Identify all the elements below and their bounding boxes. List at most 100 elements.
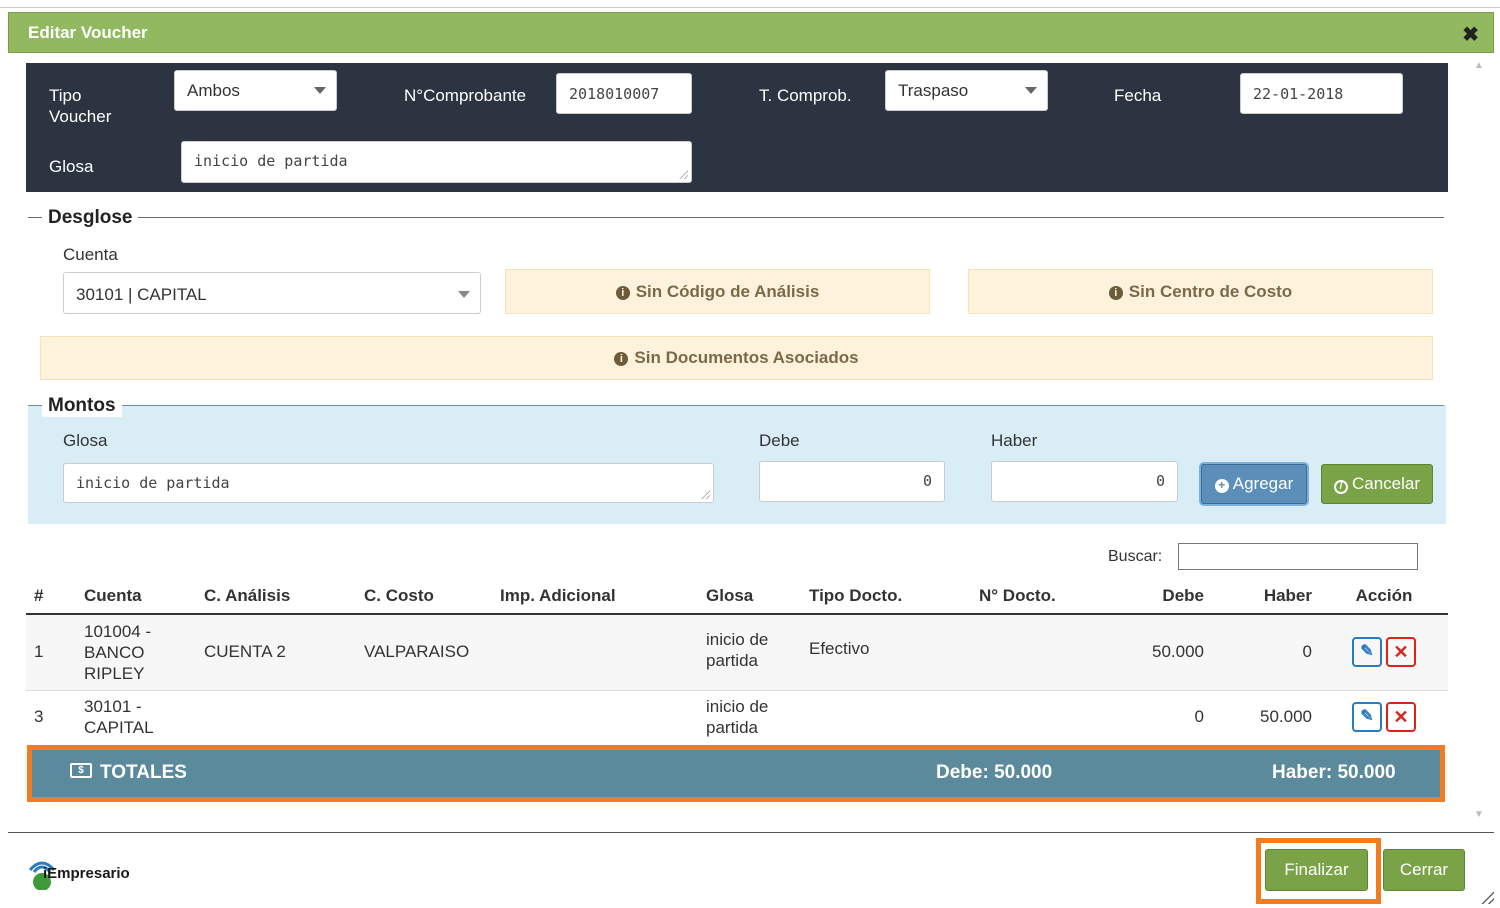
- col-header[interactable]: Debe: [1112, 578, 1212, 615]
- info-icon: i: [614, 352, 629, 366]
- money-icon: $: [70, 763, 92, 778]
- cell-n-docto: [971, 613, 1112, 690]
- glosa-textarea[interactable]: inicio de partida: [181, 141, 692, 183]
- cell-c-analisis: CUENTA 2: [196, 613, 356, 690]
- table-header-row: # Cuenta C. Análisis C. Costo Imp. Adici…: [26, 578, 1448, 615]
- table-row: 1 101004 - BANCO RIPLEY CUENTA 2 VALPARA…: [26, 613, 1448, 690]
- cerrar-button[interactable]: Cerrar: [1383, 849, 1465, 891]
- t-comprob-label: T. Comprob.: [759, 86, 852, 105]
- tipo-voucher-label: Tipo Voucher: [49, 86, 112, 126]
- col-header[interactable]: Haber: [1212, 578, 1320, 615]
- totales-label: TOTALES: [100, 762, 187, 783]
- col-header[interactable]: Glosa: [698, 578, 801, 615]
- fecha-label: Fecha: [1114, 86, 1162, 105]
- t-comprob-value: Traspaso: [898, 81, 969, 100]
- col-header: Acción: [1320, 578, 1448, 615]
- edit-pencil-icon[interactable]: ✎: [1352, 637, 1382, 668]
- col-header[interactable]: N° Docto.: [971, 578, 1112, 615]
- comprobante-label: N°Comprobante: [404, 86, 527, 105]
- montos-glosa-value: inicio de partida: [76, 474, 230, 492]
- t-comprob-select[interactable]: Traspaso: [885, 70, 1048, 111]
- cell-tipo-docto: Efectivo: [801, 613, 971, 690]
- cell-haber: 50.000: [1212, 689, 1320, 744]
- resize-grip-icon[interactable]: [701, 490, 710, 499]
- debe-input[interactable]: 0: [759, 461, 945, 502]
- cell-imp-adicional: [492, 689, 698, 744]
- cell-c-analisis: [196, 689, 356, 744]
- agregar-button[interactable]: + Agregar: [1201, 464, 1307, 504]
- info-icon: i: [1108, 286, 1123, 300]
- cell-debe: 50.000: [1112, 613, 1212, 690]
- search-input[interactable]: [1178, 543, 1418, 570]
- haber-input[interactable]: 0: [991, 461, 1178, 502]
- sin-documentos-alert: i Sin Documentos Asociados: [40, 336, 1433, 380]
- glosa-value: inicio de partida: [194, 152, 348, 170]
- cell-num: 1: [26, 613, 76, 690]
- desglose-divider: [28, 217, 1444, 218]
- col-header[interactable]: Imp. Adicional: [492, 578, 698, 615]
- cell-accion: ✎ ✕: [1320, 689, 1448, 744]
- dialog-resize-icon[interactable]: [1480, 890, 1494, 904]
- cell-tipo-docto: [801, 689, 971, 744]
- cell-n-docto: [971, 689, 1112, 744]
- cuenta-label: Cuenta: [63, 245, 118, 264]
- montos-legend: Montos: [42, 395, 122, 417]
- agregar-label: Agregar: [1232, 474, 1294, 493]
- cuenta-select[interactable]: 30101 | CAPITAL: [63, 272, 481, 314]
- col-header[interactable]: Cuenta: [76, 578, 196, 615]
- voucher-table: # Cuenta C. Análisis C. Costo Imp. Adici…: [26, 578, 1448, 744]
- close-icon[interactable]: ✖: [1462, 22, 1479, 47]
- cell-num: 3: [26, 689, 76, 744]
- sin-documentos-text: Sin Documentos Asociados: [634, 348, 859, 367]
- montos-divider: [28, 405, 1444, 406]
- table-row: 3 30101 - CAPITAL inicio de partida 0 50…: [26, 689, 1448, 744]
- totales-haber: Haber: 50.000: [1272, 762, 1396, 783]
- col-header[interactable]: #: [26, 578, 76, 615]
- search-label: Buscar:: [1108, 548, 1163, 565]
- finalizar-button[interactable]: Finalizar: [1265, 849, 1368, 891]
- tipo-voucher-select[interactable]: Ambos: [174, 70, 337, 111]
- ban-icon: /: [1333, 480, 1348, 494]
- cell-c-costo: [356, 689, 492, 744]
- chevron-down-icon: [458, 291, 470, 298]
- fecha-input[interactable]: 22-01-2018: [1240, 73, 1403, 114]
- dialog-title: Editar Voucher: [28, 23, 148, 42]
- comprobante-input[interactable]: 2018010007: [556, 73, 692, 114]
- plus-circle-icon: +: [1214, 479, 1229, 493]
- delete-x-icon[interactable]: ✕: [1386, 637, 1416, 668]
- cell-cuenta: 30101 - CAPITAL: [76, 689, 196, 744]
- glosa-label: Glosa: [49, 157, 94, 176]
- cell-glosa: inicio de partida: [698, 613, 801, 690]
- cuenta-value: 30101 | CAPITAL: [76, 285, 207, 304]
- col-header[interactable]: C. Análisis: [196, 578, 356, 615]
- chevron-down-icon: [314, 87, 326, 94]
- cell-c-costo: VALPARAISO: [356, 613, 492, 690]
- edit-pencil-icon[interactable]: ✎: [1352, 702, 1382, 733]
- desglose-legend: Desglose: [42, 207, 139, 229]
- haber-label: Haber: [991, 431, 1038, 450]
- resize-grip-icon[interactable]: [679, 170, 688, 179]
- cell-haber: 0: [1212, 613, 1320, 690]
- cancelar-button[interactable]: / Cancelar: [1321, 464, 1433, 504]
- totales-bar: $ TOTALES Debe: 50.000 Haber: 50.000: [27, 745, 1445, 802]
- dialog-titlebar: Editar Voucher ✖: [8, 12, 1494, 53]
- totales-debe: Debe: 50.000: [936, 762, 1053, 783]
- delete-x-icon[interactable]: ✕: [1386, 702, 1416, 733]
- scroll-down-icon[interactable]: ▼: [1474, 809, 1484, 820]
- scroll-up-icon[interactable]: ▲: [1474, 60, 1484, 71]
- dialog-scrollbar[interactable]: ▲ ▼: [1468, 54, 1490, 826]
- tipo-voucher-value: Ambos: [187, 81, 240, 100]
- montos-glosa-textarea[interactable]: inicio de partida: [63, 463, 714, 503]
- cell-imp-adicional: [492, 613, 698, 690]
- voucher-header-panel: Tipo Voucher Ambos N°Comprobante 2018010…: [26, 63, 1448, 192]
- debe-label: Debe: [759, 431, 800, 450]
- col-header[interactable]: C. Costo: [356, 578, 492, 615]
- sin-centro-costo-alert: i Sin Centro de Costo: [968, 269, 1433, 314]
- cell-accion: ✎ ✕: [1320, 613, 1448, 690]
- montos-panel: Glosa inicio de partida Debe 0 Haber 0 +…: [28, 405, 1446, 524]
- sin-codigo-text: Sin Código de Análisis: [635, 282, 820, 301]
- sin-codigo-analisis-alert: i Sin Código de Análisis: [505, 269, 930, 314]
- logo-text: iEmpresario: [43, 865, 130, 882]
- col-header[interactable]: Tipo Docto.: [801, 578, 971, 615]
- sin-centro-text: Sin Centro de Costo: [1128, 282, 1293, 301]
